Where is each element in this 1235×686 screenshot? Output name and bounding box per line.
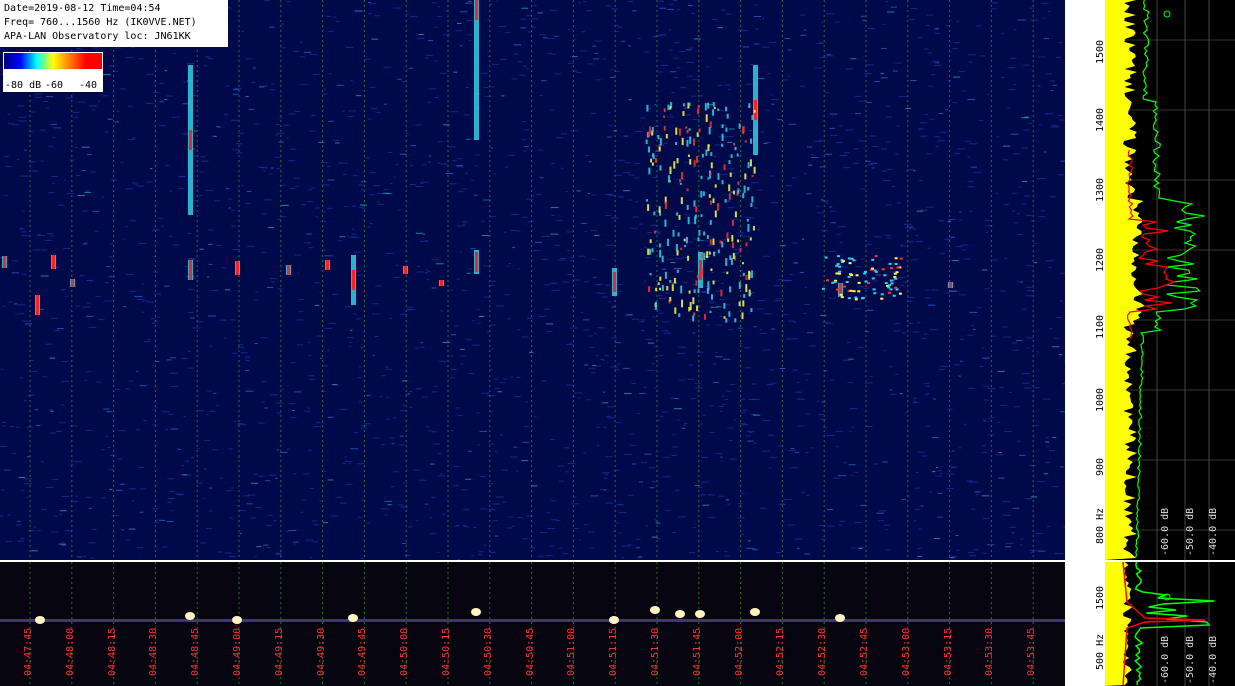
- time-tick-label: 04:52:45: [859, 627, 870, 676]
- db-scale-label: -50.0 dB: [1185, 507, 1196, 556]
- legend-label-mid: -60: [45, 80, 64, 91]
- freq-tick-label: 1400: [1095, 107, 1106, 132]
- freq-tick-label: 1000: [1095, 387, 1106, 412]
- freq-tick-label-bottom: 500 Hz: [1095, 633, 1106, 670]
- waterfall-canvas: [0, 0, 1065, 560]
- time-tick-label: 04:48:30: [148, 627, 160, 676]
- freq-tick-label: 1200: [1095, 247, 1106, 272]
- time-tick-label: 04:50:00: [399, 627, 411, 676]
- time-tick-label: 04:49:00: [232, 627, 243, 676]
- info-date-line: Date=2019-08-12 Time=04:54: [4, 3, 161, 14]
- time-tick-label: 04:48:15: [106, 627, 118, 676]
- spectrum-panel: [1105, 0, 1235, 560]
- time-tick-label: 04:53:00: [900, 627, 912, 676]
- avg-trace: [1134, 0, 1205, 559]
- info-box: Date=2019-08-12 Time=04:54 Freq= 760...1…: [0, 0, 228, 47]
- freq-tick-label: 1500: [1095, 39, 1106, 64]
- db-scale-label: -40.0 dB: [1208, 507, 1219, 556]
- horizontal-separator: [0, 560, 1235, 562]
- time-tick-label: 04:51:15: [608, 627, 620, 676]
- time-tick-label: 04:49:30: [315, 627, 327, 676]
- avg-trace-bottom: [1134, 562, 1215, 686]
- info-location-line: APA-LAN Observatory loc: JN61KK: [4, 31, 191, 42]
- legend-label-min: -80 dB: [5, 80, 42, 91]
- time-tick-label: 04:52:00: [733, 627, 745, 676]
- freq-tick-label: 1300: [1095, 177, 1106, 202]
- noise-layer: [0, 0, 1065, 560]
- freq-tick-label: 900: [1095, 457, 1106, 476]
- meteor-echoes: [2, 0, 953, 323]
- info-freq-line: Freq= 760...1560 Hz (IK0VVE.NET): [4, 17, 197, 28]
- marker-circle: [1163, 10, 1171, 18]
- freq-tick-label-bottom: 1500: [1095, 585, 1106, 610]
- time-tick-label: 04:51:30: [650, 627, 661, 676]
- time-tick-label: 04:53:30: [984, 627, 996, 676]
- time-tick-label: 04:47:45: [23, 627, 34, 676]
- color-scale-bar: [4, 53, 102, 69]
- freq-tick-label: 1100: [1095, 314, 1106, 339]
- time-tick-label: 04:49:45: [357, 627, 369, 676]
- frequency-axis: [1067, 0, 1105, 560]
- time-grid: [29, 0, 1034, 560]
- time-tick-label: 04:52:30: [817, 627, 829, 676]
- freq-tick-label: 800 Hz: [1095, 507, 1106, 544]
- spectrum-canvas: [1105, 0, 1235, 560]
- db-scale-label: -60.0 dB: [1160, 507, 1171, 556]
- db-scale-label-bottom: -50.0 dB: [1185, 635, 1196, 684]
- main-waterfall: [0, 0, 1065, 560]
- color-scale-legend: -80 dB -60 -40: [3, 52, 103, 92]
- legend-label-max: -40: [79, 80, 98, 91]
- time-tick-label: 04:48:00: [64, 627, 76, 676]
- db-scale-label-bottom: -60.0 dB: [1160, 635, 1171, 684]
- time-tick-label: 04:50:15: [441, 627, 452, 676]
- time-tick-label: 04:49:15: [273, 627, 285, 676]
- db-scale-label-bottom: -40.0 dB: [1208, 635, 1219, 684]
- time-tick-label: 04:51:00: [566, 627, 578, 676]
- max-trace-bottom: [1105, 562, 1133, 686]
- time-tick-label: 04:48:45: [190, 627, 202, 676]
- time-tick-label: 04:53:45: [1026, 627, 1038, 676]
- time-tick-label: 04:51:45: [691, 627, 703, 676]
- time-tick-label: 04:53:15: [942, 627, 954, 676]
- time-tick-label: 04:50:45: [524, 627, 536, 676]
- time-tick-label: 04:50:30: [482, 627, 494, 676]
- time-tick-label: 04:52:15: [775, 627, 787, 676]
